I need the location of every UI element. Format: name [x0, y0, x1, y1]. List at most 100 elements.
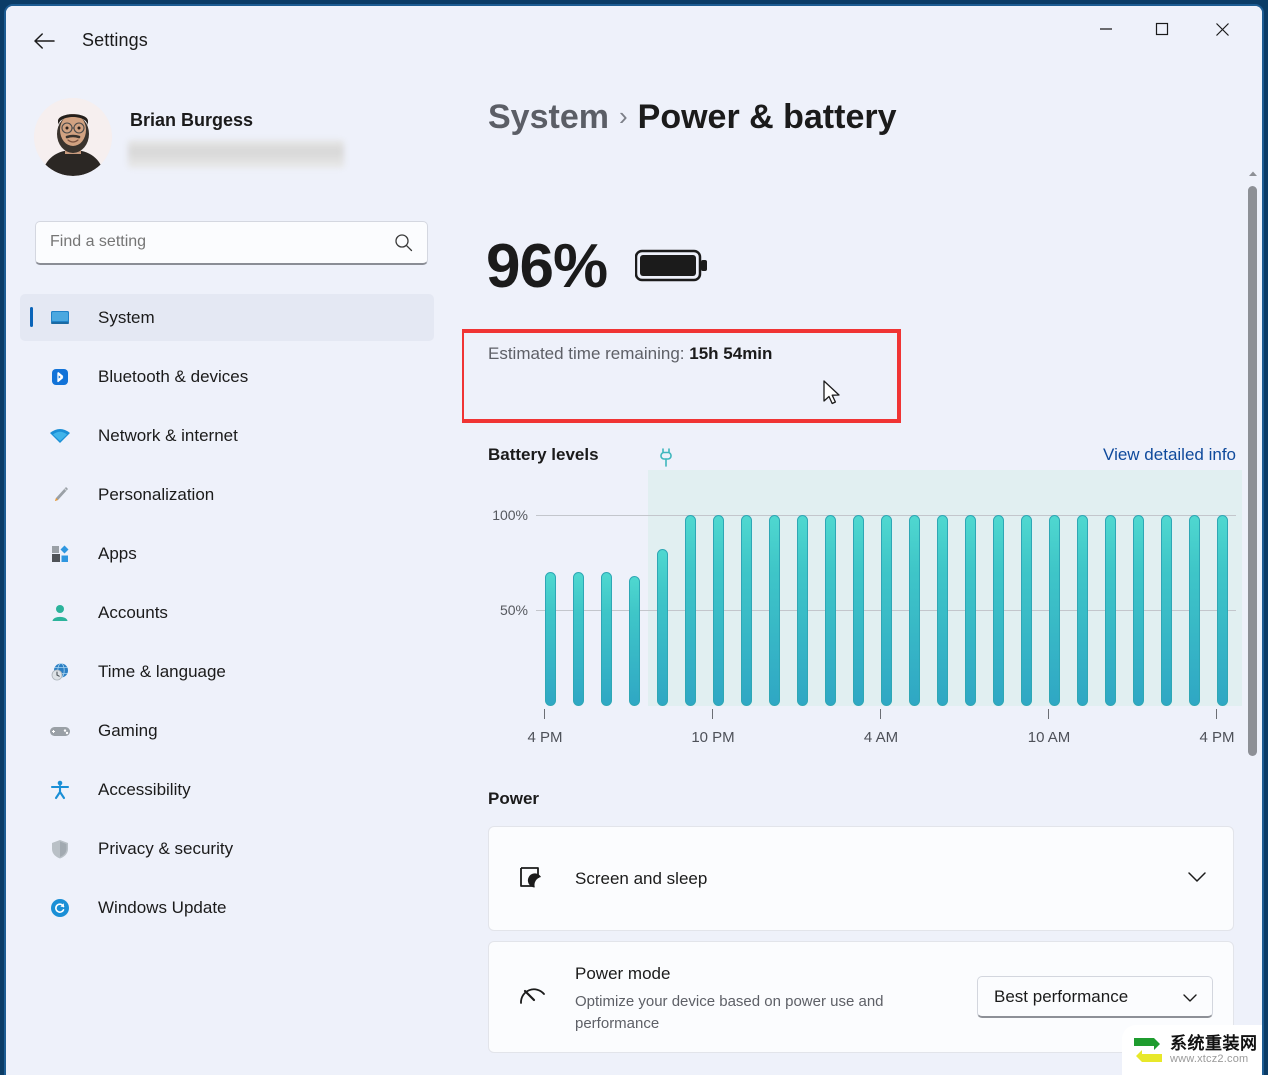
sidebar-item-gaming[interactable]: Gaming [20, 707, 434, 754]
x-axis-tick [1048, 709, 1049, 719]
chart-bar [544, 572, 556, 706]
page-title: Power & battery [637, 98, 897, 136]
chart-bar [852, 514, 864, 706]
battery-percent-value: 96% [486, 232, 608, 301]
battery-levels-heading: Battery levels [488, 445, 599, 464]
breadcrumb: System › Power & battery [488, 98, 897, 137]
vertical-scrollbar[interactable] [1246, 166, 1260, 776]
watermark: 系统重装网 www.xtcz2.com [1122, 1025, 1262, 1075]
view-detailed-info-link[interactable]: View detailed info [1103, 445, 1236, 465]
watermark-text: 系统重装网 www.xtcz2.com [1170, 1034, 1258, 1066]
power-mode-title: Power mode [575, 964, 671, 983]
sidebar-item-personalization[interactable]: Personalization [20, 471, 434, 518]
y-axis-label-50: 50% [499, 602, 528, 619]
account-email-redacted [128, 140, 344, 168]
settings-window: Settings Brian Burgess Find a setting Sy… [4, 4, 1264, 1075]
chart-bar [712, 514, 724, 706]
x-axis-tick [544, 709, 545, 719]
y-axis-label-100: 100% [492, 506, 528, 523]
chart-bar [600, 572, 612, 706]
chart-bar [908, 514, 920, 706]
accessibility-icon [47, 777, 73, 803]
clock-globe-icon [47, 659, 73, 685]
chart-bar [656, 549, 668, 706]
chart-bar [1216, 514, 1228, 706]
estimate-value: 15h 54min [689, 344, 773, 363]
chart-bar [1132, 514, 1144, 706]
sidebar: Brian Burgess System [6, 76, 462, 1075]
breadcrumb-parent[interactable]: System [488, 98, 609, 136]
power-mode-dropdown[interactable]: Best performance [977, 976, 1213, 1018]
minimize-button[interactable] [1082, 6, 1130, 52]
chart-plot-area: 100% 50% 4 PM 10 PM 4 AM 10 AM 4 PM [492, 448, 1242, 746]
sidebar-item-windows-update[interactable]: Windows Update [20, 884, 434, 931]
chart-bar [992, 514, 1004, 706]
paintbrush-icon [47, 482, 73, 508]
avatar [34, 98, 112, 176]
close-button[interactable] [1198, 6, 1246, 52]
sidebar-item-network-internet[interactable]: Network & internet [20, 412, 434, 459]
app-title: Settings [82, 30, 148, 50]
chevron-up-icon[interactable] [1246, 166, 1260, 180]
chart-bar [572, 572, 584, 706]
sidebar-item-label: Privacy & security [98, 838, 234, 858]
chart-bar [740, 514, 752, 706]
screen-sleep-icon [517, 862, 551, 896]
chart-bar [628, 575, 640, 706]
minimize-icon [1100, 28, 1112, 30]
search-input[interactable] [50, 233, 380, 251]
chart-bar [1104, 514, 1116, 706]
sidebar-item-bluetooth-devices[interactable]: Bluetooth & devices [20, 353, 434, 400]
search-icon [395, 234, 413, 252]
main-content: System › Power & battery 96% Estimated tim… [462, 76, 1262, 1075]
maximize-icon [1155, 22, 1169, 36]
sidebar-item-label: Personalization [98, 484, 215, 504]
chart-bar [1048, 514, 1060, 706]
update-refresh-icon [47, 895, 73, 921]
chart-bar [768, 514, 780, 706]
chart-bar [796, 514, 808, 706]
maximize-button[interactable] [1138, 6, 1186, 52]
chart-bar [1020, 514, 1032, 706]
shield-icon [47, 836, 73, 862]
sidebar-item-time-language[interactable]: Time & language [20, 648, 434, 695]
chart-bar [1160, 514, 1172, 706]
sidebar-item-label: Accounts [98, 602, 168, 622]
x-axis-label: 4 PM [1199, 729, 1235, 746]
account-block[interactable]: Brian Burgess [34, 98, 434, 188]
estimated-time-remaining: Estimated time remaining: 15h 54min [488, 344, 772, 364]
chevron-down-icon[interactable] [1187, 870, 1207, 888]
apps-grid-icon [47, 541, 73, 567]
mouse-cursor-icon [822, 380, 842, 413]
chevron-down-icon [1182, 990, 1198, 1008]
sidebar-item-label: Windows Update [98, 897, 227, 917]
power-mode-subtitle: Optimize your device based on power use … [575, 993, 884, 1032]
x-axis-tick [712, 709, 713, 719]
sidebar-item-accessibility[interactable]: Accessibility [20, 766, 434, 813]
sidebar-item-privacy-security[interactable]: Privacy & security [20, 825, 434, 872]
monitor-icon [47, 305, 73, 331]
gamepad-icon [47, 718, 73, 744]
search-box[interactable] [35, 221, 428, 265]
scrollbar-thumb[interactable] [1248, 186, 1257, 756]
x-axis-tick [1216, 709, 1217, 719]
power-section-heading: Power [488, 789, 540, 808]
sidebar-item-accounts[interactable]: Accounts [20, 589, 434, 636]
title-bar: Settings [6, 6, 1262, 76]
avatar-photo-icon [34, 98, 112, 176]
estimate-prefix-label: Estimated time remaining: [488, 344, 685, 363]
sidebar-item-system[interactable]: System [20, 294, 434, 341]
watermark-url: www.xtcz2.com [1170, 1053, 1249, 1066]
sidebar-item-apps[interactable]: Apps [20, 530, 434, 577]
back-button[interactable] [24, 23, 64, 59]
breadcrumb-separator-icon: › [618, 101, 628, 131]
wifi-icon [47, 423, 73, 449]
back-arrow-icon [34, 33, 55, 49]
chart-bar [824, 514, 836, 706]
selection-indicator [30, 307, 33, 327]
battery-percent-row: 96% [486, 236, 709, 298]
x-axis-tick [880, 709, 881, 719]
person-icon [47, 600, 73, 626]
sidebar-item-label: System [98, 307, 155, 327]
screen-and-sleep-card[interactable]: Screen and sleep [488, 826, 1234, 931]
